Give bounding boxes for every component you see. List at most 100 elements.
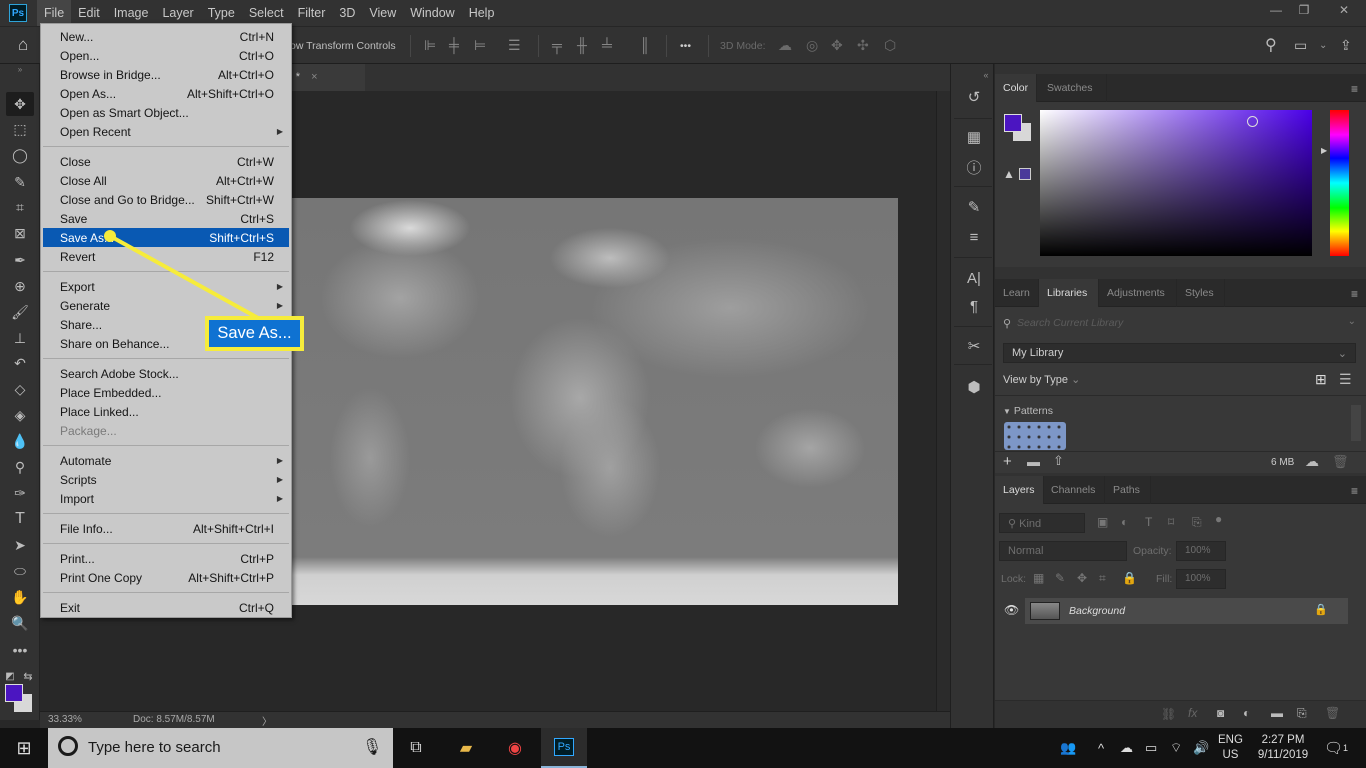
menu-view[interactable]: View: [362, 0, 403, 26]
menu-item-open[interactable]: Open... Ctrl+O: [43, 46, 289, 65]
healing-tool-icon[interactable]: ⊕: [6, 274, 34, 298]
clock[interactable]: 2:27 PM 9/11/2019: [1255, 728, 1311, 768]
zoom-level[interactable]: 33.33%: [48, 714, 82, 725]
tab-styles[interactable]: Styles: [1177, 279, 1225, 307]
3d-roll-icon[interactable]: ◎: [806, 37, 818, 54]
character-icon[interactable]: A|: [962, 267, 986, 289]
opacity-input[interactable]: 100%: [1176, 541, 1226, 561]
eraser-tool-icon[interactable]: ◇: [6, 377, 34, 401]
folder-icon[interactable]: ▬: [1027, 454, 1040, 469]
align-right-icon[interactable]: ⊨: [474, 37, 486, 54]
foreground-color-swatch[interactable]: [5, 684, 23, 702]
path-select-tool-icon[interactable]: ➤: [6, 533, 34, 557]
minimize-button[interactable]: —: [1262, 0, 1290, 20]
tab-paths[interactable]: Paths: [1105, 476, 1151, 504]
volume-icon[interactable]: 🔊: [1193, 728, 1209, 768]
tab-color[interactable]: Color: [995, 74, 1038, 102]
menu-help[interactable]: Help: [462, 0, 502, 26]
search-icon[interactable]: ⚲: [1265, 35, 1277, 55]
lock-artboard-icon[interactable]: ⌗: [1099, 571, 1106, 586]
hidden-icons-chevron[interactable]: ^: [1098, 728, 1104, 768]
align-bottom-icon[interactable]: ╧: [602, 37, 612, 53]
chevron-down-icon[interactable]: ⌄: [1348, 316, 1356, 327]
taskbar-search-box[interactable]: Type here to search 🎙: [48, 728, 393, 768]
lasso-tool-icon[interactable]: ◯: [6, 143, 34, 167]
close-tab-icon[interactable]: ×: [311, 71, 317, 83]
crop-tool-icon[interactable]: ⌗: [6, 195, 34, 219]
collapse-icon[interactable]: »: [6, 64, 34, 74]
menu-item-new[interactable]: New... Ctrl+N: [43, 27, 289, 46]
link-layers-icon[interactable]: ⛓: [1161, 707, 1176, 721]
smart-object-filter-icon[interactable]: ⎘: [1192, 515, 1202, 530]
type-filter-icon[interactable]: T: [1145, 515, 1152, 529]
brush-settings-icon[interactable]: ≡: [962, 226, 986, 248]
view-by-type-dropdown[interactable]: View by Type ⌄: [1003, 373, 1080, 386]
3d-scale-icon[interactable]: ⬡: [884, 37, 896, 54]
fx-icon[interactable]: fx: [1188, 706, 1197, 720]
task-view-icon[interactable]: ⧉: [393, 728, 439, 768]
panel-menu-icon[interactable]: ≡: [1351, 82, 1358, 96]
menu-item-exit[interactable]: Exit Ctrl+Q: [43, 598, 289, 617]
library-search-input[interactable]: Search Current Library: [1017, 317, 1123, 329]
home-icon[interactable]: ⌂: [18, 35, 28, 55]
adjustment-layer-icon[interactable]: ◐: [1243, 706, 1250, 720]
tool-presets-icon[interactable]: ✂: [962, 335, 986, 357]
menu-item-automate[interactable]: Automate ▶: [43, 451, 289, 470]
more-options-button[interactable]: •••: [680, 40, 691, 52]
chevron-down-icon[interactable]: ⌄: [1319, 40, 1327, 51]
tab-learn[interactable]: Learn: [995, 279, 1039, 307]
menu-item-place-linked[interactable]: Place Linked...: [43, 402, 289, 421]
align-middle-icon[interactable]: ╫: [577, 37, 587, 53]
lock-transparent-icon[interactable]: ▦: [1033, 571, 1044, 585]
workspace-icon[interactable]: ▭: [1294, 37, 1307, 54]
frame-tool-icon[interactable]: ⊠: [6, 221, 34, 245]
align-center-icon[interactable]: ╪: [449, 37, 459, 53]
adjustment-filter-icon[interactable]: ◐: [1121, 515, 1128, 529]
stamp-tool-icon[interactable]: ⊥: [6, 326, 34, 350]
3d-slide-icon[interactable]: ✣: [857, 37, 869, 54]
panel-menu-icon[interactable]: ≡: [1351, 287, 1358, 301]
pattern-thumbnail[interactable]: [1004, 422, 1066, 450]
menu-item-browse-in-bridge[interactable]: Browse in Bridge... Alt+Ctrl+O: [43, 65, 289, 84]
distribute-icon[interactable]: ☰: [508, 37, 521, 54]
new-group-icon[interactable]: ▬: [1271, 706, 1283, 720]
wifi-icon[interactable]: ⌔: [1170, 728, 1182, 768]
show-transform-controls-label[interactable]: ow Transform Controls: [290, 40, 396, 52]
battery-icon[interactable]: ▭: [1145, 728, 1157, 768]
color-field[interactable]: [1040, 110, 1312, 256]
file-explorer-icon[interactable]: ▰: [443, 728, 489, 768]
menu-item-save-as[interactable]: Save As... Shift+Ctrl+S: [43, 228, 289, 247]
distribute-vertical-icon[interactable]: ║: [640, 37, 650, 53]
vertical-scrollbar[interactable]: [936, 91, 950, 711]
library-scrollbar[interactable]: [1351, 405, 1361, 441]
photoshop-taskbar-icon[interactable]: Ps: [541, 728, 587, 768]
lock-all-icon[interactable]: 🔒: [1122, 571, 1137, 585]
tab-libraries[interactable]: Libraries: [1039, 279, 1099, 307]
cloud-icon[interactable]: ☁: [1305, 453, 1319, 470]
menu-item-open-as[interactable]: Open As... Alt+Shift+Ctrl+O: [43, 84, 289, 103]
brush-presets-icon[interactable]: ✎: [962, 196, 986, 218]
layer-filter-select[interactable]: ⚲ Kind: [999, 513, 1085, 533]
microphone-icon[interactable]: 🎙: [362, 737, 382, 757]
menu-item-open-recent[interactable]: Open Recent ▶: [43, 122, 289, 141]
lock-position-icon[interactable]: ✥: [1077, 571, 1087, 585]
new-layer-icon[interactable]: ⎘: [1297, 706, 1307, 721]
more-tools-icon[interactable]: •••: [6, 638, 34, 662]
gamut-color-chip[interactable]: [1019, 168, 1031, 180]
menu-item-export[interactable]: Export ▶: [43, 277, 289, 296]
onedrive-icon[interactable]: ☁: [1120, 728, 1133, 768]
menu-item-revert[interactable]: Revert F12: [43, 247, 289, 266]
menu-item-close[interactable]: Close Ctrl+W: [43, 152, 289, 171]
menu-window[interactable]: Window: [403, 0, 461, 26]
action-center-icon[interactable]: 🗨 1: [1324, 728, 1348, 768]
menu-item-generate[interactable]: Generate ▶: [43, 296, 289, 315]
menu-item-place-embedded[interactable]: Place Embedded...: [43, 383, 289, 402]
windows-start-icon[interactable]: ⊞: [0, 728, 48, 768]
restore-button[interactable]: ❐: [1290, 0, 1318, 20]
share-icon[interactable]: ⇪: [1340, 37, 1352, 54]
dodge-tool-icon[interactable]: ⚲: [6, 455, 34, 479]
shape-filter-icon[interactable]: ⌑: [1168, 515, 1174, 529]
pixel-filter-icon[interactable]: ▣: [1097, 515, 1108, 529]
history-icon[interactable]: ↺: [962, 86, 986, 108]
paragraph-icon[interactable]: ¶: [962, 295, 986, 317]
